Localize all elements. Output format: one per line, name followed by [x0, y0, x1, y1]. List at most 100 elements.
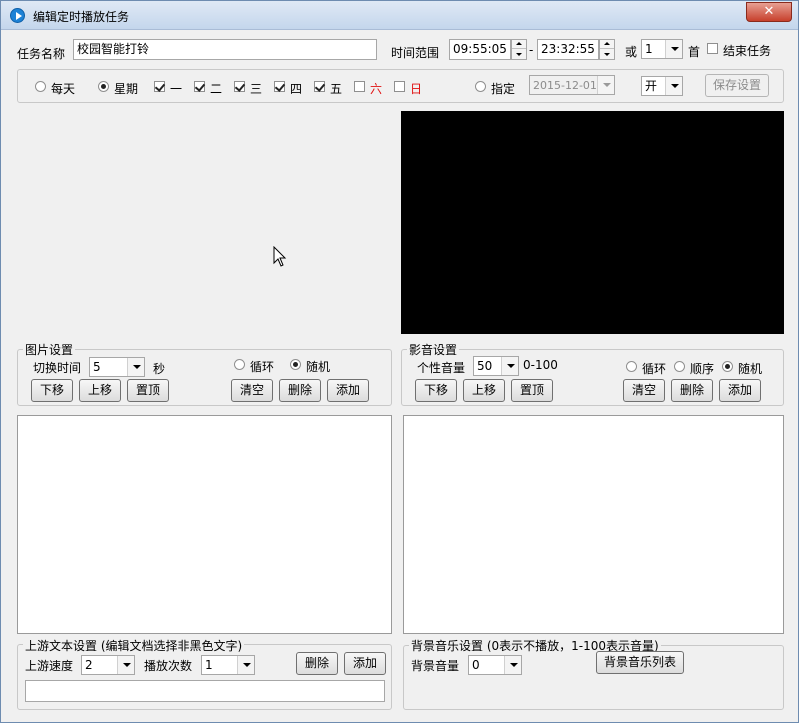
scroll-speed-select[interactable]: 2	[81, 655, 135, 675]
play-times-value: 1	[205, 658, 213, 672]
image-delete-button[interactable]: 删除	[279, 379, 321, 402]
start-time-input[interactable]: 09:55:05	[449, 39, 511, 60]
media-order-label: 顺序	[690, 362, 715, 376]
chevron-down-icon[interactable]	[117, 656, 134, 674]
media-add-button[interactable]: 添加	[719, 379, 761, 402]
edit-task-window: 编辑定时播放任务 ✕ 任务名称 校园智能打铃 时间范围 09:55:05 - 2…	[0, 0, 799, 723]
chevron-down-icon[interactable]	[504, 656, 521, 674]
end-time-input[interactable]: 23:32:55	[537, 39, 599, 60]
play-times-label: 播放次数	[144, 659, 193, 673]
media-random-radio[interactable]	[722, 361, 733, 372]
task-name-input[interactable]: 校园智能打铃	[73, 39, 377, 60]
image-move-down-button[interactable]: 下移	[31, 379, 73, 402]
image-random-label: 随机	[306, 360, 331, 374]
media-clear-button[interactable]: 清空	[623, 379, 665, 402]
day-wed-checkbox[interactable]	[234, 81, 245, 92]
daily-radio[interactable]	[35, 81, 46, 92]
day-tue-checkbox[interactable]	[194, 81, 205, 92]
media-move-top-button[interactable]: 置顶	[511, 379, 553, 402]
chevron-down-icon[interactable]	[501, 357, 518, 375]
day-mon-label: 一	[170, 82, 183, 96]
media-loop-label: 循环	[642, 362, 667, 376]
scroll-text-legend: 上游文本设置 (编辑文档选择非黑色文字)	[23, 637, 245, 654]
bg-volume-value: 0	[472, 658, 480, 672]
chevron-down-icon[interactable]	[127, 358, 144, 376]
bg-volume-select[interactable]: 0	[468, 655, 522, 675]
start-time-spinner[interactable]	[511, 39, 527, 60]
volume-value: 50	[477, 359, 493, 373]
day-fri-label: 五	[330, 82, 343, 96]
image-loop-radio[interactable]	[234, 359, 245, 370]
switch-time-select[interactable]: 5	[89, 357, 145, 377]
chevron-down-icon[interactable]	[665, 77, 682, 95]
play-times-select[interactable]: 1	[201, 655, 255, 675]
volume-range-label: 0-100	[523, 358, 558, 372]
app-play-icon	[10, 8, 25, 23]
media-move-up-button[interactable]: 上移	[463, 379, 505, 402]
day-sat-checkbox[interactable]	[354, 81, 365, 92]
volume-label: 个性音量	[417, 361, 466, 375]
window-title: 编辑定时播放任务	[33, 10, 130, 24]
bg-volume-label: 背景音量	[411, 659, 460, 673]
mouse-cursor-icon	[273, 246, 287, 267]
media-list[interactable]	[403, 415, 784, 634]
image-loop-label: 循环	[250, 360, 275, 374]
state-value: 开	[645, 79, 658, 93]
spin-up-icon[interactable]	[600, 40, 614, 49]
seconds-label: 秒	[153, 362, 166, 376]
state-select[interactable]: 开	[641, 76, 683, 96]
spin-down-icon[interactable]	[512, 50, 526, 59]
media-delete-button[interactable]: 删除	[671, 379, 713, 402]
close-button[interactable]: ✕	[746, 2, 792, 22]
day-tue-label: 二	[210, 82, 223, 96]
media-order-radio[interactable]	[674, 361, 685, 372]
bg-music-group	[403, 645, 784, 710]
scroll-speed-value: 2	[85, 658, 93, 672]
save-settings-button[interactable]: 保存设置	[705, 74, 769, 97]
media-loop-radio[interactable]	[626, 361, 637, 372]
day-sun-checkbox[interactable]	[394, 81, 405, 92]
spin-up-icon[interactable]	[512, 40, 526, 49]
day-sun-label: 日	[410, 82, 423, 96]
image-move-top-button[interactable]: 置顶	[127, 379, 169, 402]
date-picker[interactable]: 2015-12-01	[529, 75, 615, 95]
date-value: 2015-12-01	[533, 79, 597, 92]
bg-music-list-button[interactable]: 背景音乐列表	[596, 651, 684, 674]
image-list[interactable]	[17, 415, 392, 634]
switch-time-value: 5	[93, 360, 101, 374]
media-move-down-button[interactable]: 下移	[415, 379, 457, 402]
count-unit-label: 首	[688, 45, 701, 59]
or-label: 或	[625, 45, 638, 59]
end-task-label: 结束任务	[723, 44, 772, 58]
chevron-down-icon[interactable]	[237, 656, 254, 674]
spin-down-icon[interactable]	[600, 50, 614, 59]
volume-select[interactable]: 50	[473, 356, 519, 376]
scroll-text-add-button[interactable]: 添加	[344, 652, 386, 675]
specify-date-radio[interactable]	[475, 81, 486, 92]
scroll-text-input[interactable]	[25, 680, 385, 702]
end-task-checkbox[interactable]	[707, 43, 718, 54]
play-count-value: 1	[645, 42, 653, 56]
title-bar[interactable]: 编辑定时播放任务 ✕	[1, 1, 798, 30]
media-random-label: 随机	[738, 362, 763, 376]
day-fri-checkbox[interactable]	[314, 81, 325, 92]
time-separator: -	[529, 43, 534, 57]
scroll-speed-label: 上游速度	[25, 659, 74, 673]
image-add-button[interactable]: 添加	[327, 379, 369, 402]
image-settings-legend: 图片设置	[23, 341, 76, 358]
end-time-spinner[interactable]	[599, 39, 615, 60]
chevron-down-icon[interactable]	[665, 40, 682, 58]
day-sat-label: 六	[370, 82, 383, 96]
weekly-radio[interactable]	[98, 81, 109, 92]
image-random-radio[interactable]	[290, 359, 301, 370]
image-move-up-button[interactable]: 上移	[79, 379, 121, 402]
day-thu-label: 四	[290, 82, 303, 96]
day-mon-checkbox[interactable]	[154, 81, 165, 92]
day-thu-checkbox[interactable]	[274, 81, 285, 92]
switch-time-label: 切换时间	[33, 361, 82, 375]
play-count-select[interactable]: 1	[641, 39, 683, 59]
scroll-text-delete-button[interactable]: 删除	[296, 652, 338, 675]
chevron-down-icon[interactable]	[597, 76, 614, 94]
image-clear-button[interactable]: 清空	[231, 379, 273, 402]
weekly-label: 星期	[114, 82, 139, 96]
